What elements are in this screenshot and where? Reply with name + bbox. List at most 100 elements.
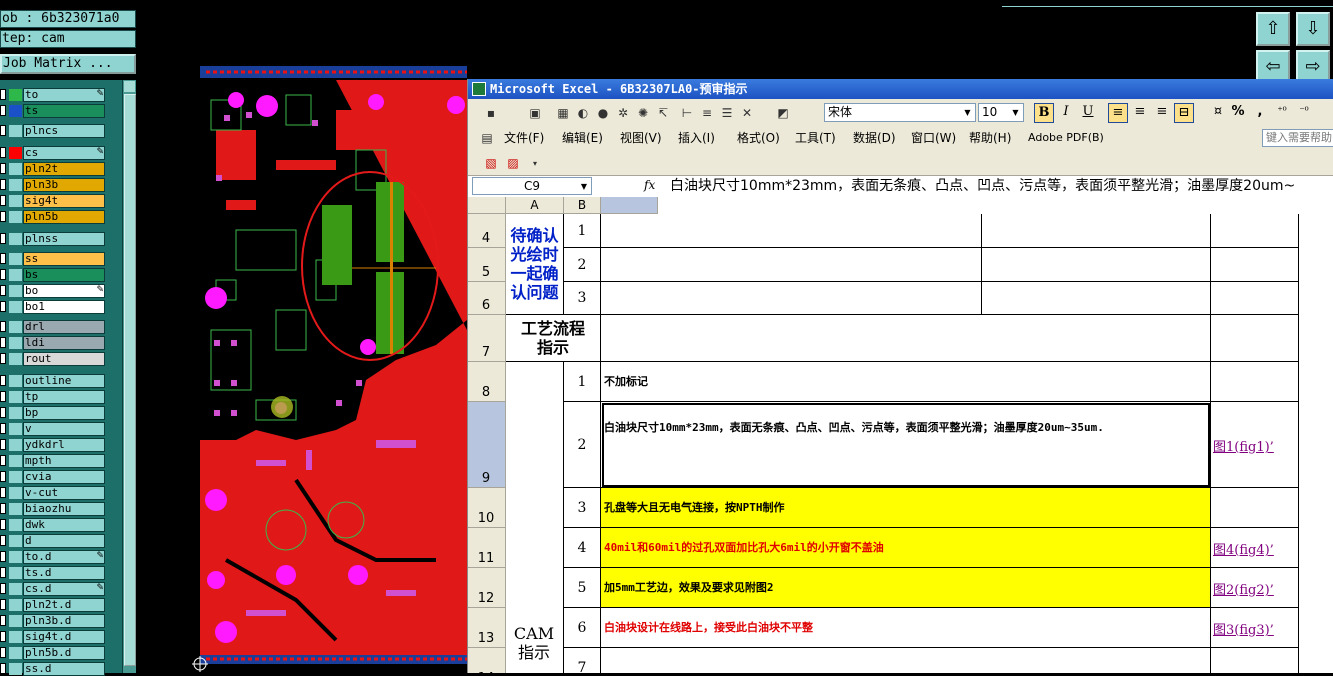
layer-checkbox[interactable] xyxy=(0,269,6,280)
layer-checkbox[interactable] xyxy=(0,631,6,642)
layer-name[interactable]: cs xyxy=(23,146,105,160)
layer-color-swatch[interactable] xyxy=(9,353,22,365)
percent-button[interactable]: % xyxy=(1228,103,1248,123)
currency-icon[interactable]: ¤ xyxy=(1208,103,1228,123)
job-matrix-button[interactable]: Job Matrix ... xyxy=(0,54,136,74)
layer-checkbox[interactable] xyxy=(0,321,6,332)
pdf-mail-icon[interactable]: ▨ xyxy=(504,154,522,172)
layer-name[interactable]: bo1 xyxy=(23,300,105,314)
layer-checkbox[interactable] xyxy=(0,301,6,312)
cell-e8[interactable] xyxy=(1211,362,1299,402)
menu-help[interactable]: 帮助(H) xyxy=(969,130,1011,146)
cell-b5[interactable]: 2 xyxy=(564,248,601,282)
layer-checkbox[interactable] xyxy=(0,583,6,594)
shadow-icon[interactable]: ◩ xyxy=(774,104,792,122)
fx-icon[interactable]: fx xyxy=(644,178,655,192)
layer-name[interactable]: ts xyxy=(23,104,105,118)
layer-row[interactable]: v xyxy=(0,422,122,436)
layer-checkbox[interactable] xyxy=(0,407,6,418)
cell-b8[interactable]: 1 xyxy=(564,362,601,402)
layer-name[interactable]: ldi xyxy=(23,336,105,350)
row-header[interactable]: 5 xyxy=(468,248,506,282)
align-left-icon[interactable]: ≡ xyxy=(1108,103,1128,123)
layer-row[interactable]: tp xyxy=(0,390,122,404)
layer-checkbox[interactable] xyxy=(0,147,6,158)
sun-icon[interactable]: ✲ xyxy=(614,104,632,122)
save-icon[interactable]: ▪ xyxy=(482,104,500,122)
cell-e4[interactable] xyxy=(1211,214,1299,248)
layer-checkbox[interactable] xyxy=(0,89,6,100)
layer-checkbox[interactable] xyxy=(0,423,6,434)
layer-name[interactable]: tp xyxy=(23,390,105,404)
layer-row[interactable]: pln3b xyxy=(0,178,122,192)
cell-e7[interactable] xyxy=(1211,315,1299,362)
layer-name[interactable]: drl xyxy=(23,320,105,334)
layer-row[interactable]: pln5b xyxy=(0,210,122,224)
cell-b14[interactable]: 7 xyxy=(564,648,601,673)
layer-color-swatch[interactable] xyxy=(9,337,22,349)
cell-e9[interactable]: 图1(fig1)’ xyxy=(1211,402,1299,488)
row-header[interactable]: 13 xyxy=(468,608,506,648)
row-header[interactable]: 11 xyxy=(468,528,506,568)
layer-name[interactable]: biaozhu xyxy=(23,502,105,516)
layer-name[interactable]: rout xyxy=(23,352,105,366)
layer-row[interactable]: bo ✎ xyxy=(0,284,122,298)
layer-row[interactable]: ts.d xyxy=(0,566,122,580)
layer-color-swatch[interactable] xyxy=(9,423,22,435)
layer-checkbox[interactable] xyxy=(0,519,6,530)
layer-color-swatch[interactable] xyxy=(9,253,22,265)
layer-name[interactable]: pln3b.d xyxy=(23,614,105,628)
layer-checkbox[interactable] xyxy=(0,391,6,402)
layer-row[interactable]: sig4t xyxy=(0,194,122,208)
layer-row[interactable]: cvia xyxy=(0,470,122,484)
cell-b10[interactable]: 3 xyxy=(564,488,601,528)
layer-name[interactable]: cvia xyxy=(23,470,105,484)
layer-name[interactable]: cs.d xyxy=(23,582,105,596)
layer-color-swatch[interactable] xyxy=(9,615,22,627)
layer-name[interactable]: plncs xyxy=(23,124,105,138)
layer-color-swatch[interactable] xyxy=(9,391,22,403)
cell-b11[interactable]: 4 xyxy=(564,528,601,568)
layer-row[interactable]: sig4t.d xyxy=(0,630,122,644)
row-header[interactable]: 12 xyxy=(468,568,506,608)
layer-row[interactable]: bp xyxy=(0,406,122,420)
layer-checkbox[interactable] xyxy=(0,535,6,546)
layer-name[interactable]: pln5b xyxy=(23,210,105,224)
layer-color-swatch[interactable] xyxy=(9,567,22,579)
cell-c4[interactable] xyxy=(601,214,982,248)
menu-view[interactable]: 视图(V) xyxy=(620,130,662,146)
cell-e5[interactable] xyxy=(1211,248,1299,282)
layer-name[interactable]: ss.d xyxy=(23,662,105,676)
scroll-up-arrow-icon[interactable] xyxy=(124,81,135,92)
menu-tools[interactable]: 工具(T) xyxy=(795,130,836,146)
cell-a4-merged[interactable]: 待确认光绘时一起确认问题 xyxy=(506,214,564,315)
layer-row[interactable]: v-cut xyxy=(0,486,122,500)
menu-format[interactable]: 格式(O) xyxy=(737,130,780,146)
scrollbar-thumb[interactable] xyxy=(124,94,136,666)
layer-name[interactable]: sig4t.d xyxy=(23,630,105,644)
cell-d5[interactable] xyxy=(982,248,1211,282)
layer-row[interactable]: cs.d ✎ xyxy=(0,582,122,596)
name-box[interactable]: C9 ▼ xyxy=(472,177,592,195)
layer-checkbox[interactable] xyxy=(0,195,6,206)
layer-name[interactable]: pln2t xyxy=(23,162,105,176)
cell-c7[interactable] xyxy=(601,315,1211,362)
layer-color-swatch[interactable] xyxy=(9,407,22,419)
hyperlink-fig3[interactable]: 图3(fig3)’ xyxy=(1213,619,1274,638)
column-header-a[interactable]: A xyxy=(506,197,564,214)
layer-row[interactable]: bo1 xyxy=(0,300,122,314)
excel-titlebar[interactable]: Microsoft Excel - 6B32307LA0-预审指示 xyxy=(468,79,1333,99)
layer-name[interactable]: pln2t.d xyxy=(23,598,105,612)
menu-edit[interactable]: 编辑(E) xyxy=(562,130,603,146)
layer-color-swatch[interactable] xyxy=(9,105,22,117)
layer-color-swatch[interactable] xyxy=(9,535,22,547)
layer-row[interactable]: ydkdrl xyxy=(0,438,122,452)
layer-color-swatch[interactable] xyxy=(9,125,22,137)
layer-name[interactable]: mpth xyxy=(23,454,105,468)
layer-row[interactable]: pln3b.d xyxy=(0,614,122,628)
cell-d4[interactable] xyxy=(982,214,1211,248)
column-header-c[interactable] xyxy=(601,197,658,214)
increase-decimal-icon[interactable]: ⁺⁰ xyxy=(1272,103,1292,123)
layer-name[interactable]: bp xyxy=(23,406,105,420)
layer-checkbox[interactable] xyxy=(0,615,6,626)
